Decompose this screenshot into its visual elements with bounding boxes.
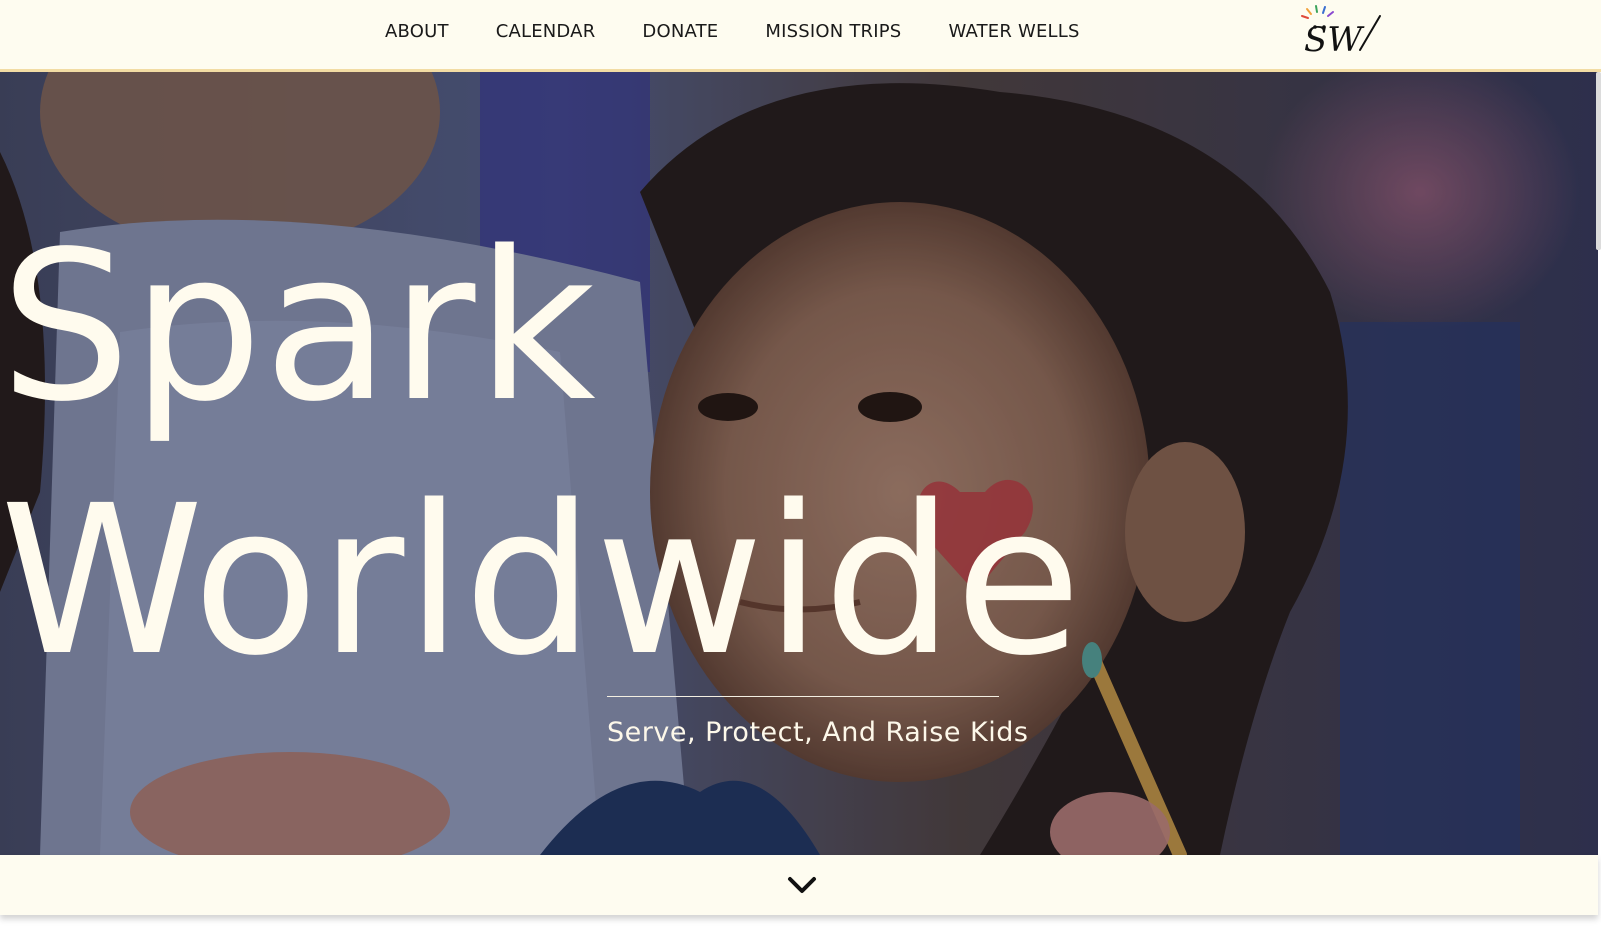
- page: ABOUT CALENDAR DONATE MISSION TRIPS WATE…: [0, 0, 1601, 944]
- hero-section: Spark Worldwide Serve, Protect, And Rais…: [0, 72, 1598, 855]
- logo-lettering: SW: [1304, 20, 1365, 58]
- hero-title-line-2: Worldwide: [0, 461, 1083, 701]
- nav-mission-trips-link[interactable]: MISSION TRIPS: [750, 21, 916, 42]
- hero-title: Spark Worldwide: [0, 200, 1083, 708]
- scroll-down-bar: [0, 855, 1598, 915]
- chevron-down-icon[interactable]: [786, 873, 818, 897]
- nav-water-wells-link[interactable]: WATER WELLS: [933, 21, 1094, 42]
- top-navigation-bar: ABOUT CALENDAR DONATE MISSION TRIPS WATE…: [0, 0, 1601, 72]
- nav-about-link[interactable]: ABOUT: [370, 21, 464, 42]
- nav-donate-link[interactable]: DONATE: [627, 21, 733, 42]
- hero-title-line-1: Spark: [0, 207, 597, 447]
- scrollbar-thumb[interactable]: [1596, 72, 1601, 250]
- hero-divider: [607, 696, 999, 697]
- hero-tagline: Serve, Protect, And Raise Kids: [607, 717, 1029, 748]
- main-nav: ABOUT CALENDAR DONATE MISSION TRIPS WATE…: [370, 0, 1112, 62]
- nav-calendar-link[interactable]: CALENDAR: [481, 21, 611, 42]
- spark-worldwide-logo-icon[interactable]: SW: [1298, 4, 1382, 58]
